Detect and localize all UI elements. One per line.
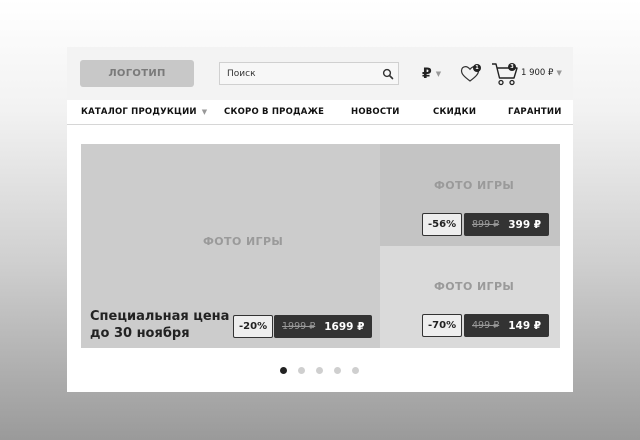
header-bar: ЛОГОТИП ₽ ▼ 1 3 1 — [67, 47, 573, 100]
discount-badge: -70% — [422, 314, 463, 337]
game-tile[interactable]: ФОТО ИГРЫ -70% 499 ₽ 149 ₽ — [380, 246, 560, 348]
search-input[interactable] — [227, 68, 377, 79]
chevron-down-icon: ▼ — [556, 69, 562, 77]
nav-item-label: СКОРО В ПРОДАЖЕ — [224, 107, 325, 117]
nav-item-label: КАТАЛОГ ПРОДУКЦИИ — [81, 107, 197, 117]
promo-line: до 30 ноября — [90, 326, 190, 341]
slider-pagination — [280, 367, 359, 374]
nav-item-discounts[interactable]: СКИДКИ — [433, 107, 476, 117]
cart-count-badge: 3 — [508, 63, 516, 71]
game-photo-placeholder: ФОТО ИГРЫ — [434, 280, 515, 293]
slider-dot[interactable] — [316, 367, 323, 374]
slider-dot[interactable] — [334, 367, 341, 374]
nav-item-label: ГАРАНТИИ — [508, 107, 562, 117]
slider-dot[interactable] — [280, 367, 287, 374]
promo-text: Специальная цена до 30 ноября — [90, 308, 229, 342]
price-button[interactable]: 899 ₽ 399 ₽ — [464, 213, 550, 236]
cart-total-value: 1 900 ₽ — [521, 68, 554, 78]
discount-badge: -20% — [233, 315, 274, 338]
search-icon[interactable] — [382, 68, 394, 80]
favorites-button[interactable]: 1 — [460, 64, 481, 84]
cart-button[interactable]: 3 — [491, 61, 519, 87]
price-button[interactable]: 499 ₽ 149 ₽ — [464, 314, 550, 337]
old-price: 499 ₽ — [472, 320, 500, 331]
nav-item-catalog[interactable]: КАТАЛОГ ПРОДУКЦИИ ▼ — [81, 107, 207, 117]
game-photo-placeholder: ФОТО ИГРЫ — [434, 179, 515, 192]
promo-slider: ФОТО ИГРЫ Специальная цена до 30 ноября … — [81, 144, 560, 348]
favorites-count-badge: 1 — [473, 64, 481, 72]
logo[interactable]: ЛОГОТИП — [80, 60, 194, 87]
slider-dot[interactable] — [298, 367, 305, 374]
nav-item-guarantees[interactable]: ГАРАНТИИ — [508, 107, 562, 117]
nav-item-news[interactable]: НОВОСТИ — [351, 107, 400, 117]
cart-total[interactable]: 1 900 ₽ ▼ — [521, 68, 562, 78]
main-nav: КАТАЛОГ ПРОДУКЦИИ ▼ СКОРО В ПРОДАЖЕ НОВО… — [67, 100, 573, 125]
nav-item-label: НОВОСТИ — [351, 107, 400, 117]
game-tile[interactable]: ФОТО ИГРЫ -56% 899 ₽ 399 ₽ — [380, 144, 560, 246]
slider-dot[interactable] — [352, 367, 359, 374]
game-tile-featured[interactable]: ФОТО ИГРЫ Специальная цена до 30 ноября … — [81, 144, 380, 348]
nav-item-coming-soon[interactable]: СКОРО В ПРОДАЖЕ — [224, 107, 324, 117]
chevron-down-icon: ▼ — [435, 70, 442, 78]
chevron-down-icon: ▼ — [201, 108, 208, 116]
promo-line: Специальная цена — [90, 309, 230, 324]
currency-selector[interactable]: ₽ ▼ — [422, 64, 441, 84]
new-price: 399 ₽ — [508, 218, 542, 231]
page-frame: ЛОГОТИП ₽ ▼ 1 3 1 — [67, 47, 573, 392]
currency-symbol: ₽ — [422, 66, 432, 82]
search-box — [219, 62, 399, 85]
nav-item-label: СКИДКИ — [433, 107, 477, 117]
old-price: 1999 ₽ — [282, 321, 316, 332]
old-price: 899 ₽ — [472, 219, 500, 230]
price-button[interactable]: 1999 ₽ 1699 ₽ — [274, 315, 373, 338]
new-price: 1699 ₽ — [324, 320, 365, 333]
new-price: 149 ₽ — [508, 319, 542, 332]
discount-badge: -56% — [422, 213, 463, 236]
game-photo-placeholder: ФОТО ИГРЫ — [203, 235, 284, 248]
